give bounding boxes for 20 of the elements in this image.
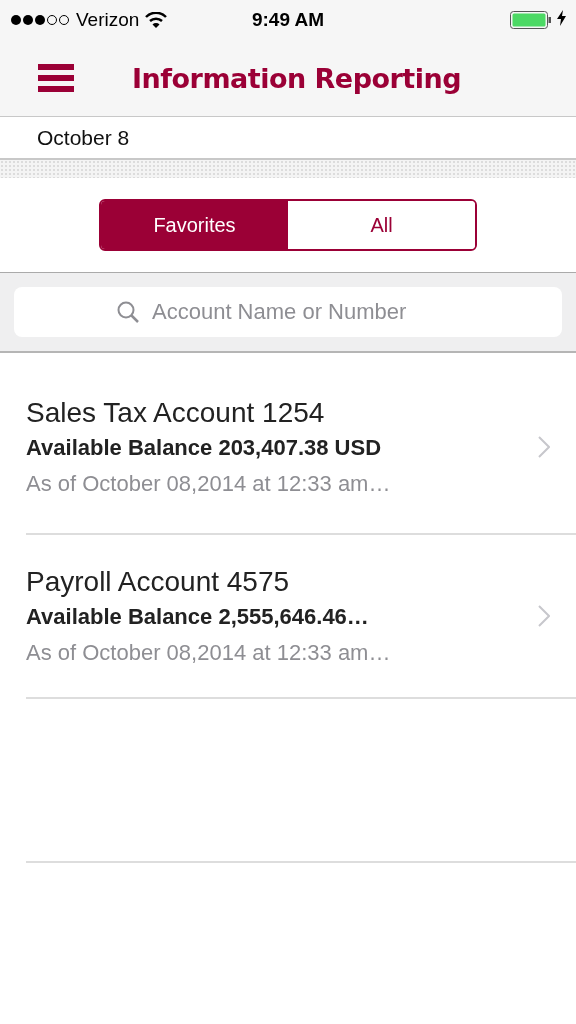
available-balance: Available Balance 2,555,646.46… [26,604,370,630]
chevron-icon [538,605,550,627]
account-row[interactable]: Payroll Account 4575 Available Balance 2,555,646.46… As of October 08,2014 at 12:33 am… [26,535,576,699]
chevron-icon [538,436,550,458]
as-of-date: As of October 08,2014 at 12:33 am… [26,471,391,497]
page-title: Information Reporting [132,62,462,94]
as-of-date: As of October 08,2014 at 12:33 am… [26,640,391,666]
account-name: Sales Tax Account 1254 [26,397,326,429]
available-balance: Available Balance 203,407.38 USD [26,435,383,461]
battery-icon [510,11,552,29]
clock-time: 9:49 AM [251,9,325,31]
menu-icon[interactable] [38,64,74,92]
carrier-name: Verizon [76,9,140,31]
wifi-icon [145,12,168,28]
signal-icon [10,14,70,26]
account-row[interactable]: Sales Tax Account 1254 Available Balance 203,407.38 USD As of October 08,2014 at 12:33 am… [26,353,576,535]
account-name: Payroll Account 4575 [26,566,291,598]
date-label: October 8 [37,125,130,150]
segment-tab[interactable]: Favorites [101,201,288,249]
search-field[interactable]: Account Name or Number [14,287,562,337]
